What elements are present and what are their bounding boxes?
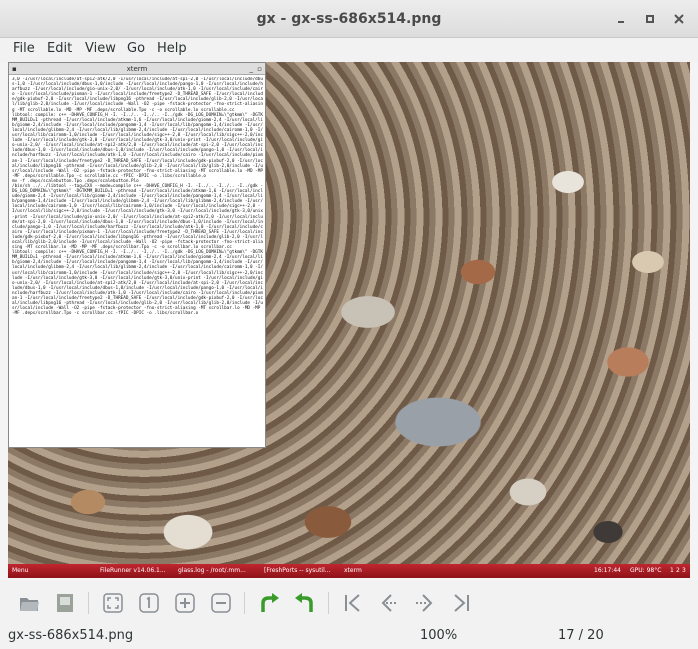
taskbar-clock: 16:17:44 — [594, 567, 621, 574]
xterm-close-icon: ▫ — [257, 65, 262, 73]
zoom-in-icon — [175, 593, 195, 613]
menu-view[interactable]: View — [85, 41, 116, 56]
menu-edit[interactable]: Edit — [47, 41, 72, 56]
rotate-left-button[interactable] — [294, 592, 316, 614]
last-image-button[interactable] — [450, 592, 472, 614]
zoom-out-button[interactable] — [210, 592, 232, 614]
first-image-button[interactable] — [342, 592, 364, 614]
toolbar-separator — [328, 592, 329, 614]
window-title: gx - gx-ss-686x514.png — [256, 11, 442, 27]
xterm-output: 3,0 -I/usr/local/include/at-spi2-atk/2,0… — [12, 77, 263, 317]
zoom-in-button[interactable] — [174, 592, 196, 614]
window-titlebar[interactable]: gx - gx-ss-686x514.png — [0, 0, 698, 38]
status-zoom: 100% — [420, 628, 458, 643]
taskbar-item: glass.log - /root/.mm... — [178, 567, 246, 574]
save-image-icon — [57, 594, 73, 612]
menu-file[interactable]: File — [13, 41, 35, 56]
close-button[interactable] — [670, 10, 688, 28]
xterm-title: xterm — [126, 65, 148, 73]
minimize-button[interactable] — [612, 10, 630, 28]
xterm-window: ▪ xterm _ ▫ 3,0 -I/usr/local/include/at-… — [8, 62, 266, 448]
taskbar-workspace: 3 — [682, 567, 686, 574]
menubar: File Edit View Go Help — [0, 38, 698, 62]
image-viewport[interactable]: ▪ xterm _ ▫ 3,0 -I/usr/local/include/at-… — [8, 62, 690, 578]
zoom-100-button[interactable] — [138, 592, 160, 614]
status-filename: gx-ss-686x514.png — [8, 628, 134, 643]
previous-image-button[interactable] — [378, 592, 400, 614]
toolbar-separator — [244, 592, 245, 614]
zoom-fit-button[interactable] — [102, 592, 124, 614]
next-image-button[interactable] — [414, 592, 436, 614]
next-image-icon — [416, 594, 433, 612]
taskbar-menu: Menu — [12, 567, 29, 574]
taskbar-item: [FreshPorts -- sysutil... — [264, 567, 331, 574]
toolbar — [0, 580, 698, 626]
status-position: 17 / 20 — [558, 628, 604, 643]
toolbar-separator — [88, 592, 89, 614]
rotate-right-button[interactable] — [258, 592, 280, 614]
first-image-icon — [345, 594, 360, 612]
zoom-100-icon — [139, 593, 159, 613]
menu-go[interactable]: Go — [127, 41, 145, 56]
statusbar: gx-ss-686x514.png 100% 17 / 20 — [0, 626, 698, 649]
open-folder-icon — [20, 598, 39, 611]
previous-image-icon — [381, 594, 398, 612]
rotate-right-icon — [261, 593, 279, 612]
maximize-button[interactable] — [641, 10, 659, 28]
rotate-left-icon — [295, 593, 313, 612]
screenshot-taskbar: Menu FileRunner v14.06.1... glass.log - … — [8, 564, 690, 578]
zoom-fit-icon — [103, 593, 123, 613]
close-icon — [674, 14, 684, 24]
xterm-minimize-icon: _ — [249, 65, 254, 73]
maximize-icon — [646, 15, 654, 23]
open-button[interactable] — [18, 592, 40, 614]
xterm-titlebar: ▪ xterm _ ▫ — [9, 63, 265, 75]
zoom-out-icon — [211, 593, 231, 613]
taskbar-gpu-temp: GPU: 98°C — [630, 567, 662, 574]
xterm-menu-icon: ▪ — [12, 65, 17, 73]
taskbar-item: xterm — [344, 567, 362, 574]
last-image-icon — [454, 594, 469, 612]
taskbar-item: FileRunner v14.06.1... — [100, 567, 166, 574]
taskbar-workspace: 1 — [670, 567, 674, 574]
taskbar-workspace: 2 — [676, 567, 680, 574]
minimize-icon — [618, 21, 624, 23]
save-button[interactable] — [54, 592, 76, 614]
menu-help[interactable]: Help — [157, 41, 187, 56]
